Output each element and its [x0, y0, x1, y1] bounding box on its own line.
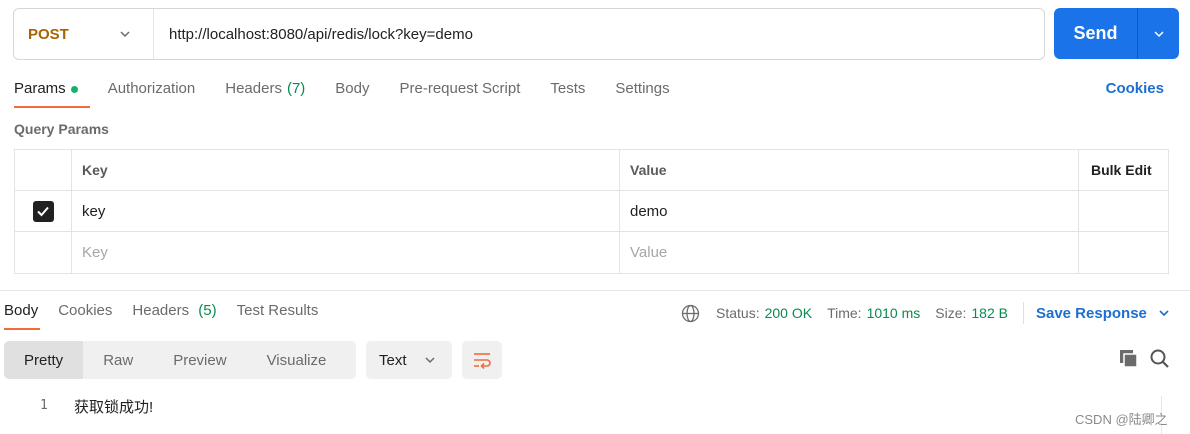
- response-headers-count-badge: (5): [198, 302, 217, 319]
- url-input[interactable]: http://localhost:8080/api/redis/lock?key…: [154, 26, 1044, 43]
- method-label: POST: [28, 25, 69, 43]
- chevron-down-icon[interactable]: [1157, 306, 1171, 320]
- param-checkbox[interactable]: [32, 200, 54, 222]
- tab-authorization[interactable]: Authorization: [108, 76, 196, 108]
- format-label: Text: [379, 351, 407, 369]
- copy-button[interactable]: [1118, 348, 1140, 374]
- format-select[interactable]: Text: [366, 341, 452, 379]
- method-select[interactable]: POST: [14, 9, 154, 59]
- tab-params[interactable]: Params: [14, 76, 90, 108]
- table-header-row: Key Value Bulk Edit: [15, 150, 1168, 191]
- copy-icon: [1120, 350, 1138, 368]
- save-response-button[interactable]: Save Response: [1036, 305, 1147, 322]
- status-label: Status:: [716, 305, 760, 321]
- view-mode-segment: Pretty Raw Preview Visualize: [4, 341, 356, 379]
- tab-label: Authorization: [107, 80, 196, 97]
- tab-label: Test Results: [236, 302, 319, 319]
- request-tabs: Params Authorization Headers (7) Body Pr…: [14, 76, 700, 108]
- tab-headers[interactable]: Headers (7): [225, 76, 305, 108]
- response-tab-cookies[interactable]: Cookies: [58, 298, 112, 330]
- chevron-down-icon: [424, 357, 435, 364]
- size-value[interactable]: 182 B: [971, 305, 1008, 321]
- response-tab-body[interactable]: Body: [4, 298, 41, 330]
- query-params-table: Key Value Bulk Edit key demo Key Value: [14, 149, 1169, 274]
- view-raw-button[interactable]: Raw: [83, 341, 153, 379]
- header-check-cell: [15, 150, 72, 190]
- check-icon: [37, 206, 49, 217]
- response-tab-headers[interactable]: Headers (5): [132, 298, 216, 330]
- query-params-title: Query Params: [14, 121, 109, 137]
- column-header-value: Value: [620, 150, 1079, 190]
- bulk-edit-button[interactable]: Bulk Edit: [1079, 150, 1168, 190]
- wrap-lines-icon: [474, 353, 491, 369]
- response-status-bar: Status: 200 OK Time: 1010 ms Size: 182 B…: [681, 302, 1171, 324]
- view-preview-button[interactable]: Preview: [153, 341, 246, 379]
- time-value[interactable]: 1010 ms: [867, 305, 921, 321]
- line-number: 1: [40, 398, 48, 413]
- tab-label: Tests: [550, 80, 586, 97]
- status-separator: [1022, 302, 1024, 324]
- param-key-input[interactable]: key: [72, 191, 620, 231]
- size-label: Size:: [935, 305, 967, 321]
- row-check-cell: [15, 191, 72, 231]
- wrap-lines-button[interactable]: [462, 341, 502, 379]
- table-row: Key Value: [15, 232, 1168, 273]
- new-key-input[interactable]: Key: [72, 232, 620, 273]
- tab-label: Settings: [615, 80, 670, 97]
- tab-label: Params: [14, 80, 66, 97]
- tab-settings[interactable]: Settings: [615, 76, 669, 108]
- column-header-key: Key: [72, 150, 620, 190]
- search-button[interactable]: [1149, 348, 1171, 374]
- tab-body[interactable]: Body: [335, 76, 369, 108]
- pane-divider[interactable]: [0, 290, 1190, 291]
- tab-label: Headers: [132, 302, 190, 319]
- cookies-link[interactable]: Cookies: [1106, 80, 1164, 97]
- response-body-text[interactable]: 获取锁成功!: [74, 396, 153, 417]
- tab-label: Pre-request Script: [399, 80, 521, 97]
- tab-label: Cookies: [58, 302, 113, 319]
- url-bar: POST http://localhost:8080/api/redis/loc…: [13, 8, 1045, 60]
- row-check-cell: [15, 232, 72, 273]
- headers-count-badge: (7): [286, 80, 306, 97]
- tab-pre-request-script[interactable]: Pre-request Script: [400, 76, 521, 108]
- table-row: key demo: [15, 191, 1168, 232]
- time-label: Time:: [827, 305, 862, 321]
- tab-label: Body: [335, 80, 370, 97]
- tab-tests[interactable]: Tests: [550, 76, 585, 108]
- view-pretty-button[interactable]: Pretty: [4, 341, 84, 379]
- param-extra-cell: [1079, 191, 1168, 231]
- send-button-group: Send: [1054, 8, 1179, 59]
- chevron-down-icon: [120, 31, 130, 38]
- param-extra-cell: [1079, 232, 1168, 273]
- response-tab-test-results[interactable]: Test Results: [237, 298, 319, 330]
- chevron-down-icon: [1153, 30, 1164, 37]
- tab-label: Headers: [225, 80, 282, 97]
- status-value[interactable]: 200 OK: [765, 305, 812, 321]
- tab-label: Body: [4, 302, 39, 319]
- send-options-button[interactable]: [1138, 8, 1179, 59]
- param-value-input[interactable]: demo: [620, 191, 1079, 231]
- params-active-dot: [70, 86, 78, 93]
- search-icon: [1150, 349, 1169, 368]
- view-visualize-button[interactable]: Visualize: [247, 341, 347, 379]
- watermark: CSDN @陆卿之: [1075, 412, 1168, 427]
- new-value-input[interactable]: Value: [620, 232, 1079, 273]
- response-tabs: Body Cookies Headers (5) Test Results: [4, 298, 338, 330]
- send-button[interactable]: Send: [1054, 8, 1138, 59]
- globe-icon[interactable]: [681, 304, 700, 323]
